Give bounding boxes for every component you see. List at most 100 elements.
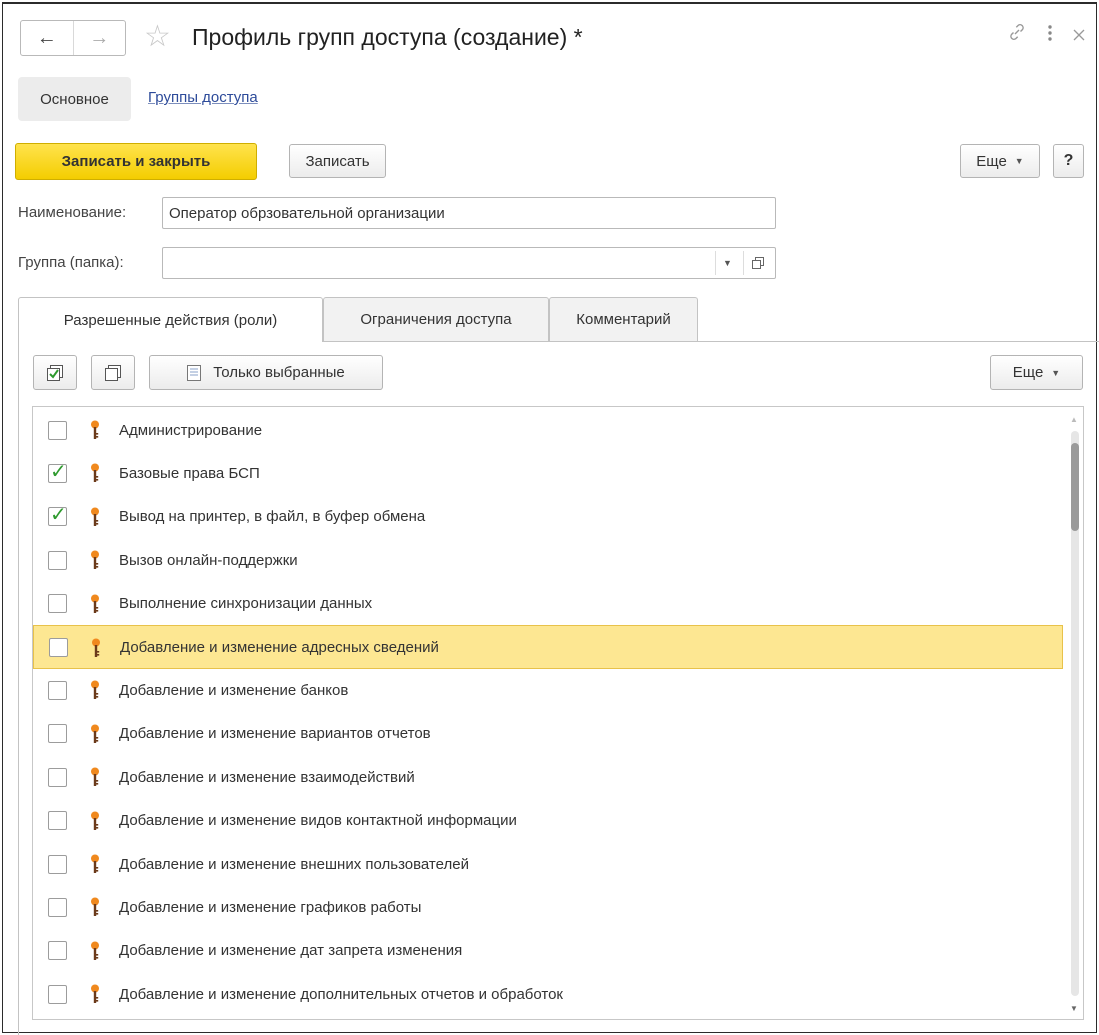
- role-label: Вызов онлайн-поддержки: [119, 551, 298, 569]
- scroll-track[interactable]: [1071, 431, 1079, 996]
- role-key-icon: [91, 941, 99, 960]
- link-icon[interactable]: [1007, 22, 1027, 48]
- scroll-up-icon[interactable]: ▲: [1070, 415, 1078, 424]
- role-row[interactable]: ✓ Вывод на принтер, в файл, в буфер обмен…: [33, 495, 1063, 539]
- save-and-close-button[interactable]: Записать и закрыть: [15, 143, 257, 180]
- tab-comment[interactable]: Комментарий: [549, 297, 698, 341]
- role-checkbox[interactable]: [48, 897, 67, 917]
- role-label: Добавление и изменение адресных сведений: [120, 638, 439, 656]
- role-key-icon: [91, 550, 99, 570]
- role-checkbox[interactable]: [48, 724, 67, 744]
- role-label: Добавление и изменение дат запрета измен…: [119, 942, 463, 960]
- role-key-icon: [91, 767, 99, 787]
- section-tab-main[interactable]: Основное: [18, 77, 131, 121]
- role-checkbox[interactable]: [48, 550, 67, 570]
- name-input[interactable]: Оператор обрзовательной организации: [162, 197, 776, 229]
- dropdown-arrow-icon[interactable]: ▼: [715, 251, 739, 275]
- vertical-scrollbar[interactable]: ▲ ▼: [1067, 411, 1081, 1015]
- role-label: Добавление и изменение видов контактной …: [119, 812, 517, 830]
- favorite-star-icon[interactable]: ☆: [144, 19, 171, 55]
- save-button[interactable]: Записать: [289, 144, 386, 178]
- tab-allowed-actions[interactable]: Разрешенные действия (роли): [18, 297, 323, 342]
- more-menu-button[interactable]: Еще ▼: [960, 144, 1040, 178]
- role-label: Добавление и изменение внешних пользоват…: [119, 855, 469, 873]
- role-row[interactable]: Добавление и изменение видов контактной …: [33, 799, 1063, 843]
- role-key-icon: [91, 507, 99, 526]
- check-all-button[interactable]: [33, 355, 77, 390]
- role-key-icon: [91, 463, 99, 483]
- chevron-down-icon: ▼: [1051, 367, 1061, 378]
- role-key-icon: [91, 680, 99, 700]
- back-arrow-icon: ←: [36, 26, 57, 49]
- only-selected-label: Только выбранные: [213, 364, 345, 381]
- role-checkbox[interactable]: [49, 637, 68, 657]
- role-row[interactable]: Добавление и изменение банков: [33, 668, 1063, 712]
- role-label: Базовые права БСП: [119, 464, 260, 482]
- scroll-thumb[interactable]: [1071, 443, 1079, 531]
- role-checkbox[interactable]: [48, 680, 67, 700]
- group-label: Группа (папка):: [18, 254, 124, 271]
- role-row[interactable]: Добавление и изменение взаимодействий: [33, 755, 1063, 799]
- role-key-icon: [91, 984, 99, 1004]
- role-key-icon: [92, 638, 100, 657]
- role-key-icon: [91, 594, 99, 613]
- list-icon: [187, 364, 202, 381]
- window-controls: [1007, 22, 1085, 48]
- role-label: Добавление и изменение дополнительных от…: [119, 985, 563, 1003]
- role-row[interactable]: Добавление и изменение внешних пользоват…: [33, 842, 1063, 886]
- checkmark-icon: ✓: [50, 460, 67, 483]
- roles-list: Администрирование ✓ Базовые права БСП ✓ Выво…: [32, 406, 1084, 1020]
- role-row[interactable]: Добавление и изменение графиков работы: [33, 885, 1063, 929]
- role-label: Выполнение синхронизации данных: [119, 595, 373, 613]
- role-checkbox[interactable]: ✓: [48, 461, 67, 483]
- role-key-icon: [91, 811, 99, 830]
- open-form-icon[interactable]: [743, 251, 771, 275]
- uncheck-all-button[interactable]: [91, 355, 135, 390]
- chevron-down-icon: ▼: [1014, 156, 1024, 166]
- check-all-icon: [47, 364, 63, 381]
- role-row[interactable]: Выполнение синхронизации данных: [33, 582, 1063, 626]
- role-checkbox[interactable]: [48, 941, 67, 961]
- more-menu-label: Еще: [976, 152, 1007, 170]
- scroll-down-icon[interactable]: ▼: [1070, 1004, 1078, 1013]
- role-checkbox[interactable]: [48, 811, 67, 831]
- role-label: Администрирование: [119, 421, 263, 439]
- role-checkbox[interactable]: [48, 984, 67, 1004]
- role-row[interactable]: Добавление и изменение вариантов отчетов: [33, 712, 1063, 756]
- role-key-icon: [91, 897, 99, 917]
- group-select[interactable]: ▼: [162, 247, 776, 279]
- more-actions-icon[interactable]: [1047, 22, 1053, 48]
- uncheck-all-icon: [105, 364, 121, 381]
- navigation-buttons: ← →: [20, 20, 126, 56]
- section-link-access-groups[interactable]: Группы доступа: [148, 89, 258, 106]
- tab-access-restrictions[interactable]: Ограничения доступа: [323, 297, 549, 341]
- help-button[interactable]: ?: [1053, 144, 1084, 178]
- role-checkbox[interactable]: [48, 767, 67, 787]
- role-label: Вывод на принтер, в файл, в буфер обмена: [119, 508, 426, 526]
- only-selected-button[interactable]: Только выбранные: [149, 355, 383, 390]
- role-row[interactable]: Вызов онлайн-поддержки: [33, 538, 1063, 582]
- list-more-button[interactable]: Еще ▼: [990, 355, 1083, 390]
- role-row[interactable]: Администрирование: [33, 408, 1063, 452]
- role-label: Добавление и изменение вариантов отчетов: [119, 725, 431, 743]
- role-row[interactable]: Добавление и изменение дат запрета измен…: [33, 929, 1063, 973]
- back-button[interactable]: ←: [21, 21, 73, 55]
- role-label: Добавление и изменение банков: [119, 681, 349, 699]
- role-key-icon: [91, 854, 99, 873]
- role-label: Добавление и изменение взаимодействий: [119, 768, 415, 786]
- role-row[interactable]: Добавление и изменение адресных сведений: [33, 625, 1063, 669]
- role-key-icon: [91, 724, 99, 743]
- forward-button[interactable]: →: [72, 21, 126, 55]
- role-row[interactable]: ✓ Базовые права БСП: [33, 451, 1063, 495]
- role-row[interactable]: Добавление и изменение дополнительных от…: [33, 972, 1063, 1016]
- name-label: Наименование:: [18, 204, 127, 221]
- list-more-label: Еще: [1012, 364, 1044, 381]
- role-checkbox[interactable]: [48, 420, 67, 440]
- forward-arrow-icon: →: [89, 26, 110, 49]
- role-checkbox[interactable]: ✓: [48, 504, 67, 527]
- role-key-icon: [91, 420, 99, 439]
- role-checkbox[interactable]: [48, 854, 67, 874]
- close-icon[interactable]: [1073, 25, 1085, 46]
- form-title: Профиль групп доступа (создание) *: [192, 24, 583, 50]
- role-checkbox[interactable]: [48, 594, 67, 614]
